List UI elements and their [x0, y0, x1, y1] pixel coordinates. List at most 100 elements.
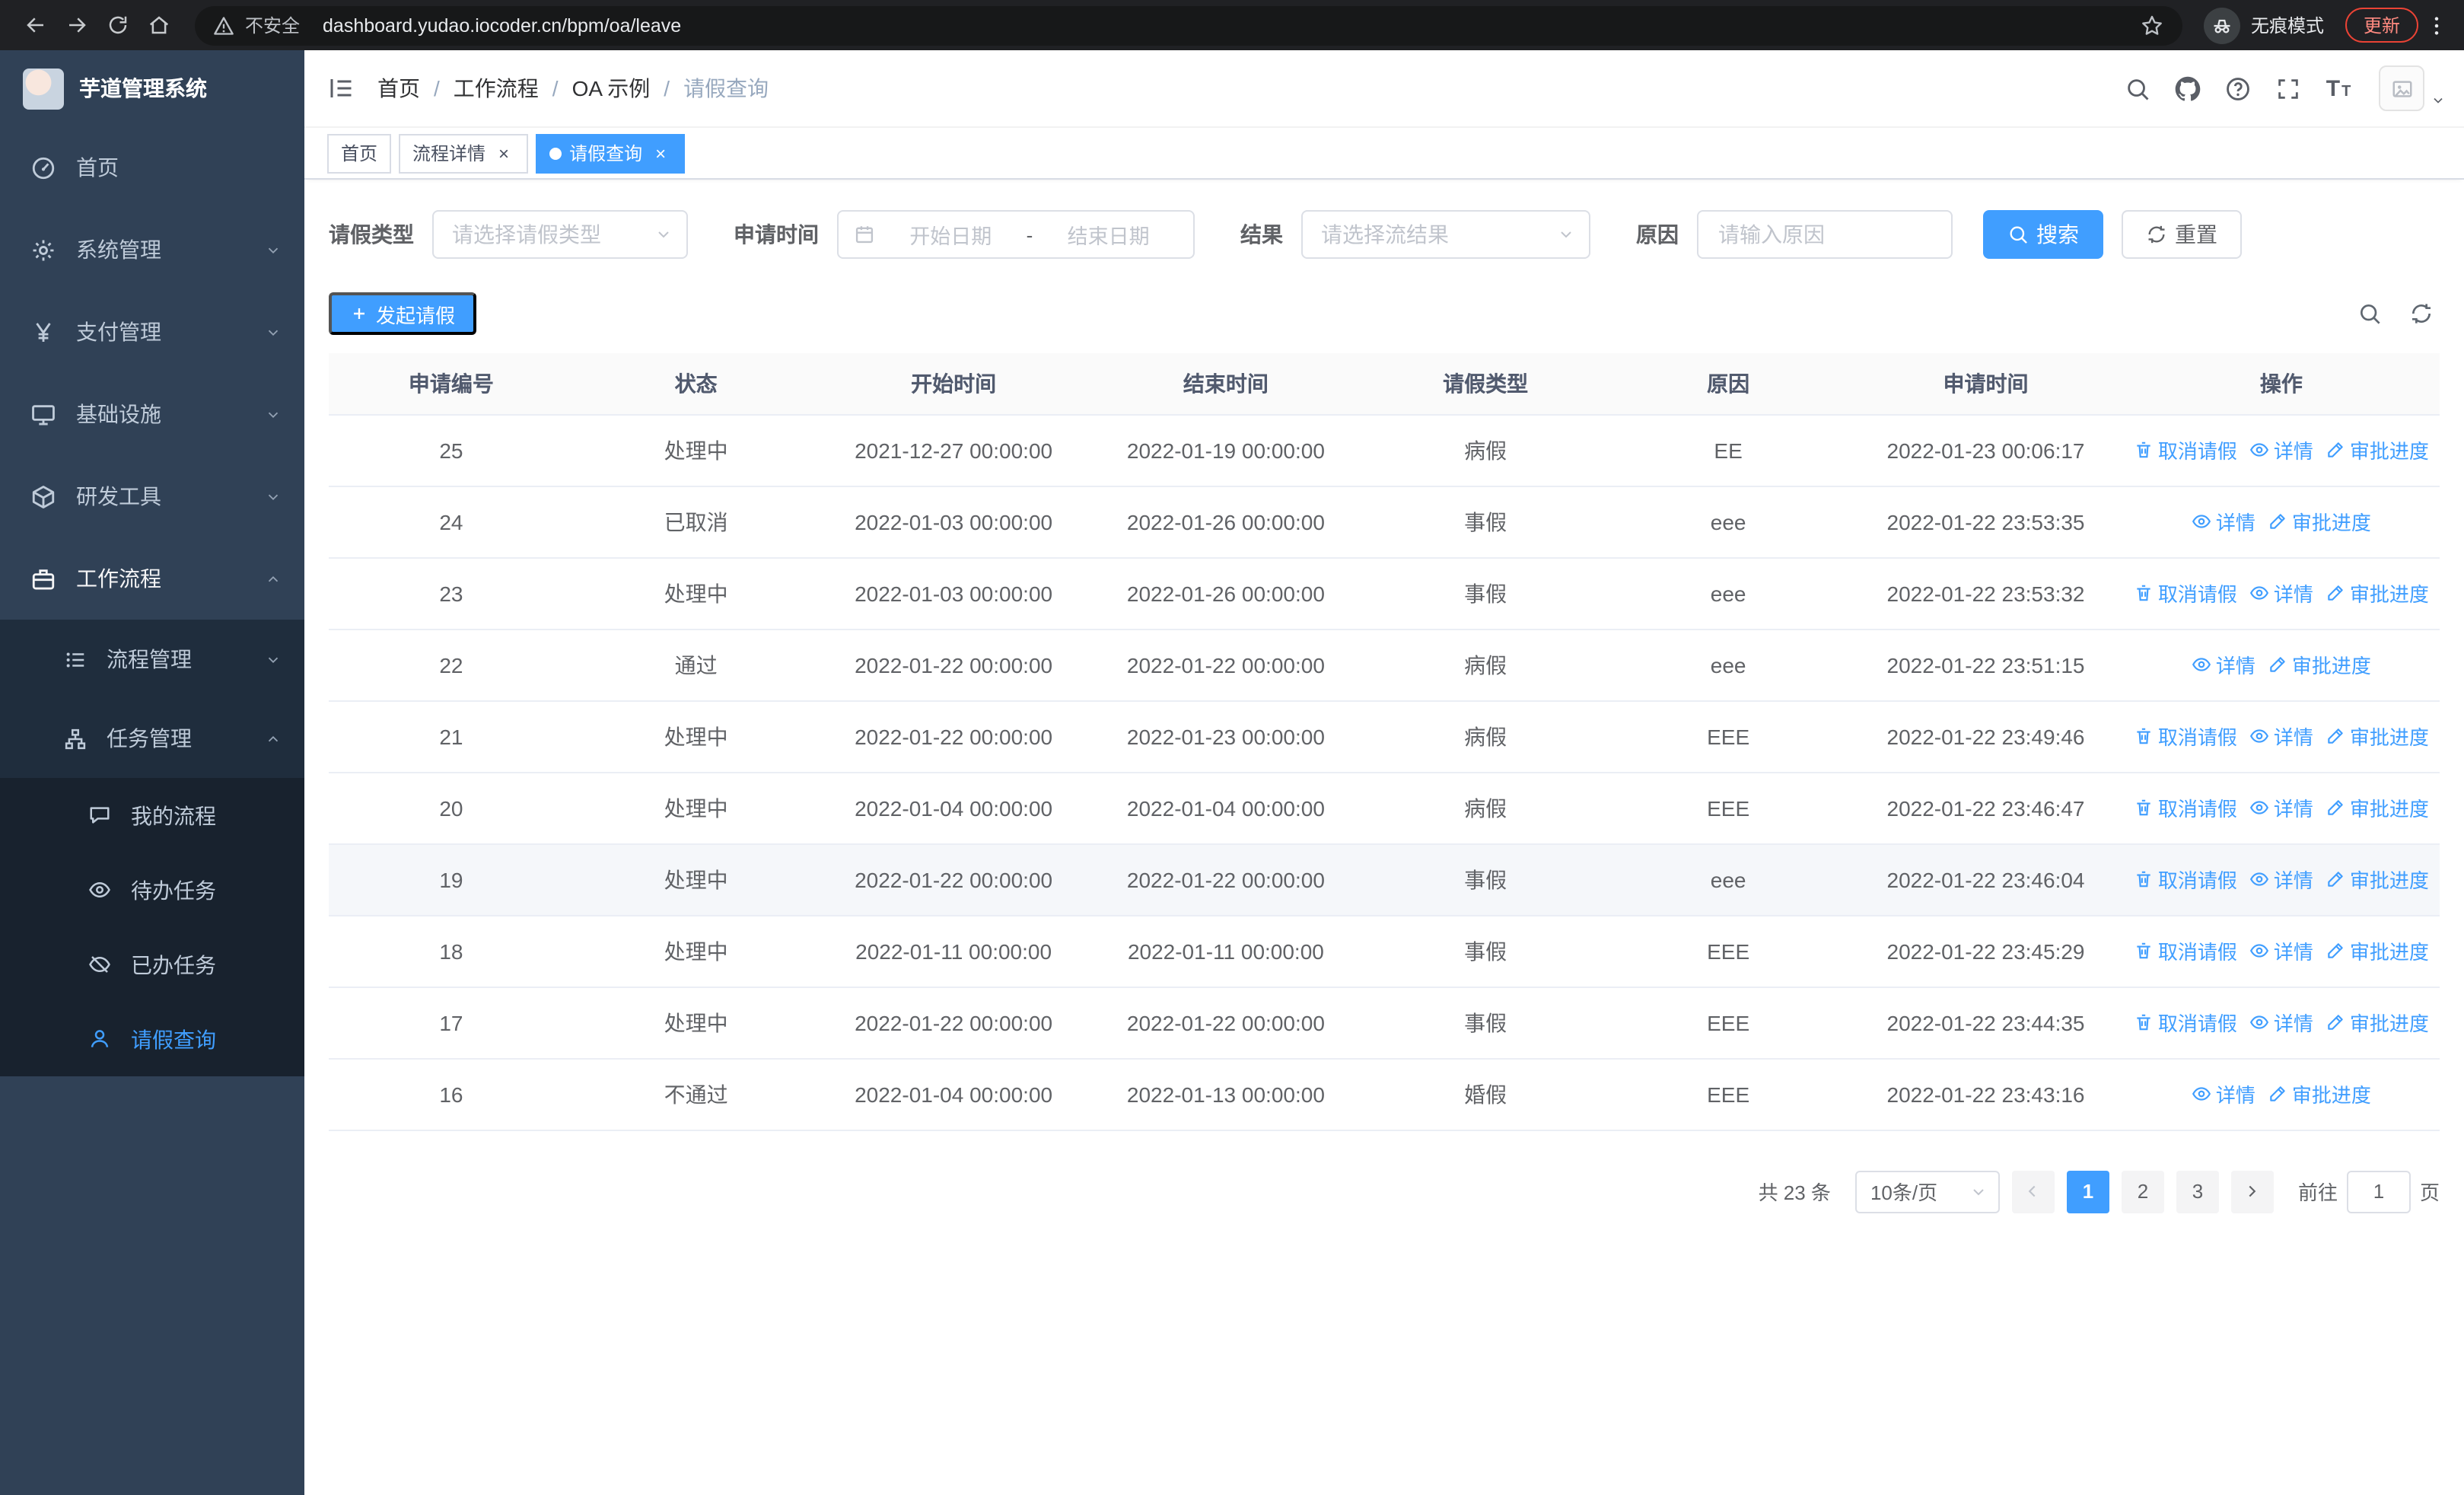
browser-reload-button[interactable]: [97, 5, 138, 46]
cell-end: 2022-01-22 00:00:00: [1088, 629, 1364, 701]
next-page-button[interactable]: [2230, 1170, 2274, 1213]
reason-input[interactable]: [1700, 212, 1950, 257]
prev-page-button[interactable]: [2011, 1170, 2055, 1213]
action-progress-link[interactable]: 审批进度: [2326, 865, 2429, 894]
action-detail-link[interactable]: 详情: [2192, 507, 2255, 536]
cell-status: 处理中: [573, 700, 819, 773]
action-detail-link[interactable]: 详情: [2249, 435, 2313, 464]
cell-type: 事假: [1363, 915, 1608, 987]
sidebar-item-workflow[interactable]: 工作流程: [0, 537, 304, 620]
action-detail-link[interactable]: 详情: [2249, 722, 2313, 751]
table-row: 21 处理中 2022-01-22 00:00:00 2022-01-23 00:00…: [329, 700, 2440, 773]
detail-icon: [2249, 1012, 2269, 1032]
security-label[interactable]: 不安全: [245, 12, 300, 38]
action-cancel-link[interactable]: 取消请假: [2134, 793, 2237, 822]
page-button-1[interactable]: 1: [2066, 1170, 2109, 1213]
action-progress-link[interactable]: 审批进度: [2268, 507, 2371, 536]
action-progress-link[interactable]: 审批进度: [2326, 1008, 2429, 1037]
page-button-2[interactable]: 2: [2121, 1170, 2164, 1213]
help-button[interactable]: [2213, 50, 2263, 126]
sidebar-item-my-processes[interactable]: 我的流程: [0, 778, 304, 853]
breadcrumb-item[interactable]: 工作流程: [454, 73, 539, 104]
app-logo[interactable]: 芋道管理系统: [0, 50, 304, 126]
page-button-3[interactable]: 3: [2176, 1170, 2219, 1213]
address-bar[interactable]: 不安全 dashboard.yudao.iocoder.cn/bpm/oa/le…: [195, 5, 2182, 45]
browser-menu-button[interactable]: [2424, 13, 2449, 37]
action-cancel-link[interactable]: 取消请假: [2134, 435, 2237, 464]
sidebar-item-system-mgmt[interactable]: 系统管理: [0, 209, 304, 291]
cell-type: 事假: [1363, 843, 1608, 916]
action-cancel-link[interactable]: 取消请假: [2134, 1008, 2237, 1037]
bookmark-star-icon[interactable]: [2140, 13, 2164, 37]
close-icon[interactable]: ×: [650, 142, 671, 164]
action-progress-link[interactable]: 审批进度: [2268, 1079, 2371, 1108]
leave-type-select[interactable]: 请选择请假类型: [432, 210, 688, 259]
breadcrumb-item[interactable]: OA 示例: [572, 73, 651, 104]
sidebar-item-leave-query[interactable]: 请假查询: [0, 1002, 304, 1076]
browser-home-button[interactable]: [138, 5, 180, 46]
tab-process-detail[interactable]: 流程详情 ×: [399, 133, 529, 173]
sidebar-item-process-mgmt[interactable]: 流程管理: [0, 620, 304, 699]
goto-page-input[interactable]: [2346, 1170, 2411, 1213]
sidebar-item-todo-tasks[interactable]: 待办任务: [0, 853, 304, 927]
header-search-button[interactable]: [2112, 50, 2163, 126]
action-cancel-link[interactable]: 取消请假: [2134, 865, 2237, 894]
create-leave-label: 发起请假: [376, 304, 456, 327]
sidebar-item-infrastructure[interactable]: 基础设施: [0, 373, 304, 455]
avatar: [2379, 65, 2424, 111]
table-search-toggle-button[interactable]: [2357, 301, 2382, 326]
cell-reason: EEE: [1608, 700, 1849, 773]
page-size-select[interactable]: 10条/页: [1854, 1170, 2000, 1213]
goto-unit: 页: [2419, 1181, 2440, 1204]
browser-forward-button[interactable]: [56, 5, 97, 46]
font-size-button[interactable]: TT: [2313, 50, 2364, 126]
action-progress-link[interactable]: 审批进度: [2268, 650, 2371, 679]
action-progress-link[interactable]: 审批进度: [2326, 435, 2429, 464]
action-detail-link[interactable]: 详情: [2249, 579, 2313, 607]
tab-leave-query[interactable]: 请假查询 ×: [536, 133, 686, 173]
breadcrumb: 首页 / 工作流程 / OA 示例 / 请假查询: [377, 73, 769, 104]
url-text[interactable]: dashboard.yudao.iocoder.cn/bpm/oa/leave: [323, 14, 2129, 36]
action-detail-link[interactable]: 详情: [2249, 793, 2313, 822]
date-range-picker[interactable]: 开始日期 - 结束日期: [837, 210, 1195, 259]
action-progress-link[interactable]: 审批进度: [2326, 936, 2429, 965]
action-detail-link[interactable]: 详情: [2249, 865, 2313, 894]
tab-home[interactable]: 首页: [327, 133, 392, 173]
action-progress-link[interactable]: 审批进度: [2326, 722, 2429, 751]
user-menu[interactable]: [2379, 65, 2446, 111]
action-detail-link[interactable]: 详情: [2192, 1079, 2255, 1108]
action-cancel-link[interactable]: 取消请假: [2134, 936, 2237, 965]
sidebar-item-done-tasks[interactable]: 已办任务: [0, 927, 304, 1002]
cell-actions: 取消请假 详情 审批进度: [2122, 700, 2440, 773]
cell-actions: 取消请假 详情 审批进度: [2122, 843, 2440, 916]
action-detail-link[interactable]: 详情: [2192, 650, 2255, 679]
sidebar-item-home[interactable]: 首页: [0, 126, 304, 209]
action-detail-link[interactable]: 详情: [2249, 1008, 2313, 1037]
browser-update-button[interactable]: 更新: [2345, 8, 2418, 43]
fullscreen-button[interactable]: [2263, 50, 2313, 126]
create-leave-button[interactable]: 发起请假: [329, 292, 477, 335]
eye-icon: [88, 878, 111, 901]
github-link[interactable]: [2163, 50, 2213, 126]
breadcrumb-current: 请假查询: [683, 76, 769, 100]
progress-icon: [2268, 1084, 2287, 1104]
table-row: 23 处理中 2022-01-03 00:00:00 2022-01-26 00:00…: [329, 557, 2440, 630]
action-progress-link[interactable]: 审批进度: [2326, 579, 2429, 607]
table-refresh-button[interactable]: [2409, 301, 2434, 326]
reset-button[interactable]: 重置: [2122, 210, 2242, 259]
sidebar-item-dev-tools[interactable]: 研发工具: [0, 455, 304, 537]
sidebar-item-payment-mgmt[interactable]: 支付管理: [0, 291, 304, 373]
breadcrumb-item[interactable]: 首页: [377, 73, 420, 104]
action-cancel-link[interactable]: 取消请假: [2134, 579, 2237, 607]
search-button[interactable]: 搜索: [1983, 210, 2103, 259]
action-progress-link[interactable]: 审批进度: [2326, 793, 2429, 822]
browser-back-button[interactable]: [15, 5, 56, 46]
filter-result: 结果 请选择流结果: [1240, 210, 1590, 259]
action-cancel-link[interactable]: 取消请假: [2134, 722, 2237, 751]
cancel-icon: [2134, 941, 2154, 961]
sidebar-item-task-mgmt[interactable]: 任务管理: [0, 699, 304, 778]
sidebar-collapse-button[interactable]: [304, 50, 377, 126]
result-select[interactable]: 请选择流结果: [1301, 210, 1590, 259]
action-detail-link[interactable]: 详情: [2249, 936, 2313, 965]
close-icon[interactable]: ×: [493, 142, 514, 164]
